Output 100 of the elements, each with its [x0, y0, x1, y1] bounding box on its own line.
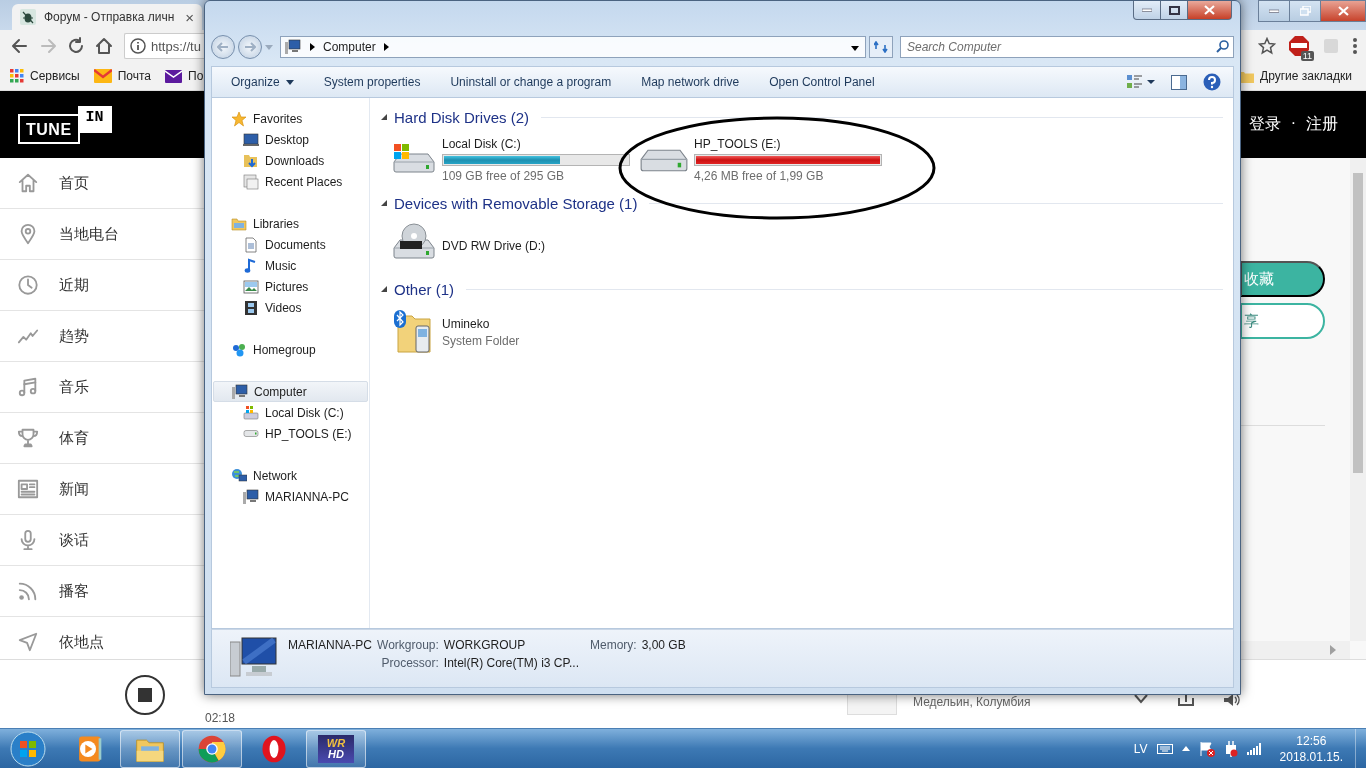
forward-button[interactable]: [238, 35, 262, 59]
preview-pane-icon[interactable]: [1171, 74, 1187, 90]
group-heading[interactable]: Devices with Removable Storage (1): [394, 194, 638, 212]
rss-icon: [17, 580, 39, 602]
horizontal-scrollbar[interactable]: [1240, 641, 1350, 659]
nav-pane-item[interactable]: Favorites: [213, 108, 368, 129]
collapse-triangle-icon[interactable]: [380, 285, 388, 293]
maximize-icon: [1168, 5, 1180, 15]
toolbar-button[interactable]: Open Control Panel: [754, 71, 890, 93]
bookmark-link[interactable]: Почта: [93, 69, 152, 83]
mail-envelope-icon: [165, 69, 183, 83]
item-detail: 109 GB free of 295 GB: [442, 169, 566, 183]
logo-text: HD: [328, 748, 344, 760]
nav-pane-item[interactable]: MARIANNA-PC: [213, 486, 368, 507]
collapse-triangle-icon[interactable]: [380, 199, 388, 207]
tab-close-button[interactable]: ×: [185, 8, 194, 26]
drive-icon: [640, 148, 688, 172]
nav-pane-item[interactable]: Desktop: [213, 129, 368, 150]
stop-button[interactable]: [125, 674, 165, 715]
register-link[interactable]: 注册: [1306, 114, 1338, 135]
keyboard-icon[interactable]: [1156, 742, 1173, 755]
item-name[interactable]: DVD RW Drive (D:): [442, 239, 546, 253]
computer-name: MARIANNA-PC: [288, 638, 372, 652]
close-icon: [1337, 6, 1349, 16]
menu-dots-icon[interactable]: [1352, 37, 1358, 55]
nav-pane-item[interactable]: Videos: [213, 297, 368, 318]
minimize-button[interactable]: [1258, 0, 1290, 22]
taskbar-app-button[interactable]: WR HD: [306, 729, 366, 768]
chevron-down-icon[interactable]: [1134, 693, 1148, 704]
signal-bars-icon[interactable]: [1246, 742, 1261, 755]
logo-text: IN: [77, 105, 112, 133]
speaker-icon[interactable]: [1224, 693, 1240, 706]
browser-tab[interactable]: Форум - Отправка личн ×: [12, 4, 202, 30]
vertical-scrollbar[interactable]: [1350, 158, 1366, 641]
music-note-icon: [17, 376, 39, 398]
globe-cluster-icon: [231, 341, 247, 358]
refresh-icon: [874, 41, 888, 53]
minimize-button[interactable]: [1133, 1, 1161, 20]
nav-pane-item[interactable]: Homegroup: [213, 339, 368, 360]
power-plug-icon[interactable]: [1223, 740, 1238, 757]
adblock-stop-sign-icon[interactable]: [1288, 35, 1310, 57]
item-name[interactable]: HP_TOOLS (E:): [694, 137, 882, 151]
nav-pane-item[interactable]: Computer: [213, 381, 368, 402]
close-button[interactable]: [1320, 0, 1366, 22]
detail-label: Memory:: [589, 638, 637, 652]
folder-icon: [231, 215, 247, 232]
item-name[interactable]: Local Disk (C:): [442, 137, 630, 151]
collapse-triangle-icon[interactable]: [380, 113, 388, 121]
restore-icon: [1299, 6, 1311, 16]
minimize-icon: [1142, 8, 1152, 12]
nav-pane-item[interactable]: Music: [213, 255, 368, 276]
chevron-right-icon[interactable]: [310, 43, 315, 51]
dropdown-caret-icon[interactable]: [851, 46, 859, 51]
logo-text: WR: [326, 737, 346, 749]
group-heading[interactable]: Other (1): [394, 280, 454, 298]
share-button[interactable]: 享: [1240, 303, 1325, 339]
toolbar-button[interactable]: System properties: [308, 71, 436, 93]
view-options-icon[interactable]: [1127, 74, 1155, 90]
flag-warning-icon[interactable]: [1198, 740, 1215, 757]
stop-square-icon: [138, 687, 152, 702]
separator-dot: ·: [1290, 114, 1296, 133]
address-field[interactable]: Computer: [280, 36, 866, 58]
nav-pane-item[interactable]: Documents: [213, 234, 368, 255]
chevron-right-icon[interactable]: [383, 43, 389, 51]
bookmark-link[interactable]: Сервисы: [10, 69, 80, 83]
help-icon[interactable]: [1203, 73, 1221, 91]
login-link[interactable]: 登录: [1248, 114, 1281, 135]
menu-button[interactable]: Organize: [216, 71, 309, 93]
taskbar-app-button[interactable]: [182, 729, 242, 768]
document-icon: [243, 236, 259, 253]
forward-icon: [38, 37, 57, 55]
nav-pane-item[interactable]: Network: [213, 465, 368, 486]
toolbar-button[interactable]: Uninstall or change a program: [435, 71, 627, 93]
toolbar-button[interactable]: Map network drive: [626, 71, 755, 93]
monitor-icon: [243, 131, 259, 148]
tab-title: Форум - Отправка личн: [44, 10, 175, 24]
computer-icon: [232, 383, 248, 400]
caret-up-icon[interactable]: [1181, 746, 1190, 751]
bookmark-link[interactable]: По: [165, 69, 204, 83]
refresh-button[interactable]: [869, 36, 893, 58]
clock-date: 2018.01.15.: [1279, 748, 1343, 765]
nav-pane-item[interactable]: Downloads: [213, 150, 368, 171]
share-icon[interactable]: [1178, 693, 1194, 706]
close-button[interactable]: [1187, 1, 1232, 20]
clock[interactable]: 12:56 2018.01.15.: [1279, 732, 1343, 765]
language-indicator[interactable]: LV: [1133, 741, 1148, 756]
nav-pane-item[interactable]: HP_TOOLS (E:): [213, 423, 368, 444]
taskbar-app-button[interactable]: [120, 729, 180, 768]
nav-pane-item[interactable]: Local Disk (C:): [213, 402, 368, 423]
breadcrumb-item[interactable]: Computer: [323, 40, 376, 54]
restore-button[interactable]: [1289, 0, 1321, 22]
nav-pane-item[interactable]: Libraries: [213, 213, 368, 234]
search-field[interactable]: Search Computer: [900, 36, 1234, 58]
star-icon[interactable]: [1258, 37, 1276, 55]
nav-pane-item[interactable]: Pictures: [213, 276, 368, 297]
item-name[interactable]: Umineko: [442, 316, 520, 331]
group-heading[interactable]: Hard Disk Drives (2): [394, 108, 529, 126]
maximize-button[interactable]: [1160, 1, 1188, 20]
address-field[interactable]: https://tu: [124, 33, 204, 59]
nav-pane-item[interactable]: Recent Places: [213, 171, 368, 192]
